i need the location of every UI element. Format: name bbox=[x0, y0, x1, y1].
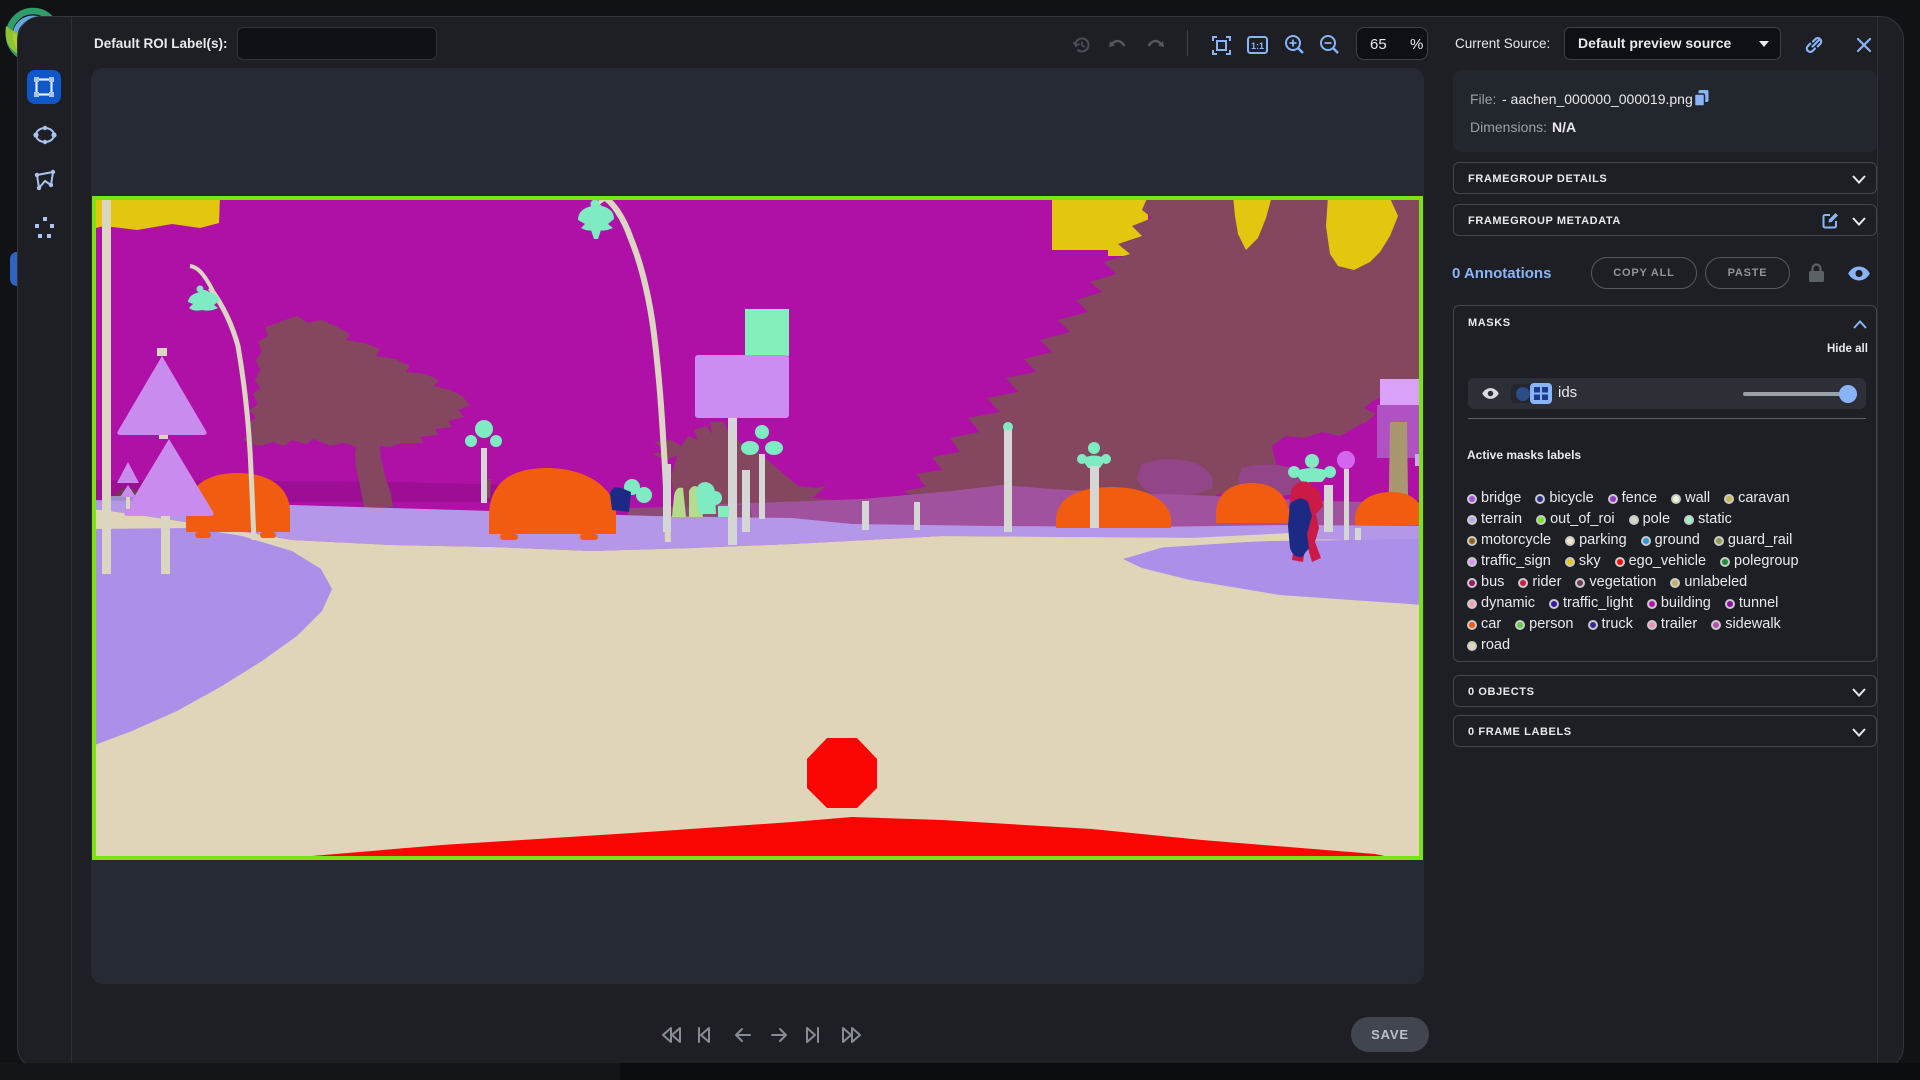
svg-text:1:1: 1:1 bbox=[1251, 41, 1264, 51]
